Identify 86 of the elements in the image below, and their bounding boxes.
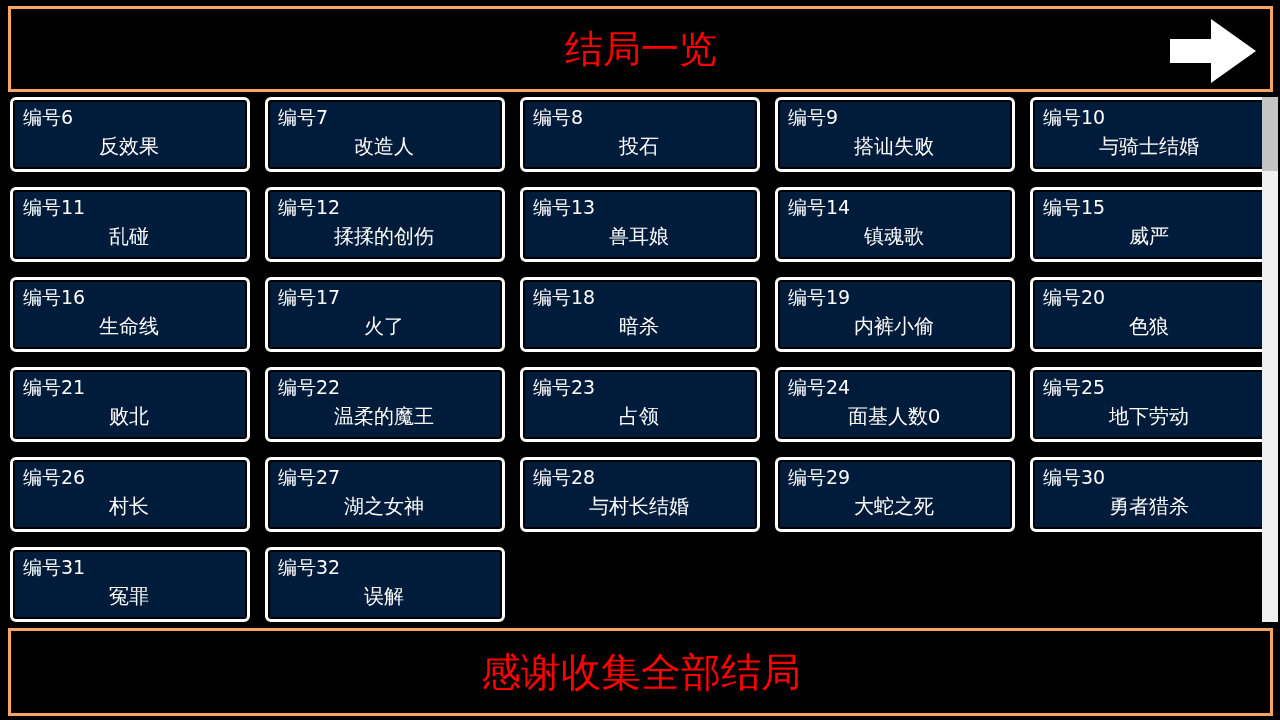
right-arrow-icon[interactable] (1170, 19, 1256, 83)
ending-card[interactable]: 编号17 火了 (265, 277, 505, 352)
ending-title: 反效果 (99, 133, 159, 159)
ending-card[interactable]: 编号13 兽耳娘 (520, 187, 760, 262)
completion-message: 感谢收集全部结局 (480, 652, 801, 692)
ending-title: 镇魂歌 (864, 223, 924, 249)
scrollbar[interactable] (1262, 97, 1278, 622)
ending-number: 编号11 (23, 195, 86, 219)
scrollbar-thumb[interactable] (1262, 97, 1278, 171)
ending-card[interactable]: 编号11 乱碰 (10, 187, 250, 262)
ending-title: 地下劳动 (1109, 403, 1189, 429)
ending-number: 编号28 (533, 465, 596, 489)
ending-title: 与骑士结婚 (1099, 133, 1199, 159)
ending-number: 编号32 (278, 555, 341, 579)
ending-title: 生命线 (99, 313, 159, 339)
ending-title: 内裤小偷 (854, 313, 934, 339)
ending-card[interactable]: 编号26 村长 (10, 457, 250, 532)
ending-title: 面基人数0 (847, 403, 941, 429)
ending-number: 编号21 (23, 375, 86, 399)
ending-number: 编号10 (1043, 105, 1106, 129)
ending-number: 编号13 (533, 195, 596, 219)
ending-title: 火了 (364, 313, 404, 339)
ending-title: 威严 (1129, 223, 1169, 249)
ending-title: 误解 (364, 583, 404, 609)
ending-card[interactable]: 编号29 大蛇之死 (775, 457, 1015, 532)
ending-title: 冤罪 (109, 583, 149, 609)
ending-number: 编号23 (533, 375, 596, 399)
ending-card[interactable]: 编号12 揉揉的创伤 (265, 187, 505, 262)
ending-number: 编号12 (278, 195, 341, 219)
ending-title: 温柔的魔王 (334, 403, 434, 429)
ending-number: 编号20 (1043, 285, 1106, 309)
ending-title: 村长 (109, 493, 149, 519)
ending-title: 改造人 (354, 133, 414, 159)
ending-number: 编号8 (533, 105, 584, 129)
ending-card[interactable]: 编号16 生命线 (10, 277, 250, 352)
ending-title: 与村长结婚 (589, 493, 689, 519)
ending-card[interactable]: 编号19 内裤小偷 (775, 277, 1015, 352)
ending-card[interactable]: 编号27 湖之女神 (265, 457, 505, 532)
ending-card[interactable]: 编号20 色狼 (1030, 277, 1262, 352)
ending-title: 占领 (619, 403, 659, 429)
ending-number: 编号31 (23, 555, 86, 579)
ending-card[interactable]: 编号7 改造人 (265, 97, 505, 172)
ending-title: 大蛇之死 (854, 493, 934, 519)
ending-number: 编号18 (533, 285, 596, 309)
ending-title: 投石 (619, 133, 659, 159)
ending-card[interactable]: 编号21 败北 (10, 367, 250, 442)
ending-number: 编号22 (278, 375, 341, 399)
ending-number: 编号9 (788, 105, 839, 129)
ending-number: 编号15 (1043, 195, 1106, 219)
ending-title: 暗杀 (619, 313, 659, 339)
ending-card[interactable]: 编号8 投石 (520, 97, 760, 172)
ending-number: 编号17 (278, 285, 341, 309)
ending-card[interactable]: 编号25 地下劳动 (1030, 367, 1262, 442)
ending-title: 勇者猎杀 (1109, 493, 1189, 519)
ending-title: 兽耳娘 (609, 223, 669, 249)
ending-number: 编号16 (23, 285, 86, 309)
ending-title: 乱碰 (109, 223, 149, 249)
ending-number: 编号30 (1043, 465, 1106, 489)
ending-card[interactable]: 编号28 与村长结婚 (520, 457, 760, 532)
ending-number: 编号6 (23, 105, 74, 129)
ending-card[interactable]: 编号6 反效果 (10, 97, 250, 172)
ending-card[interactable]: 编号15 威严 (1030, 187, 1262, 262)
ending-title: 搭讪失败 (854, 133, 934, 159)
ending-number: 编号24 (788, 375, 851, 399)
ending-card[interactable]: 编号24 面基人数0 (775, 367, 1015, 442)
ending-number: 编号25 (1043, 375, 1106, 399)
ending-card[interactable]: 编号9 搭讪失败 (775, 97, 1015, 172)
ending-card[interactable]: 编号14 镇魂歌 (775, 187, 1015, 262)
ending-card[interactable]: 编号18 暗杀 (520, 277, 760, 352)
ending-title: 败北 (109, 403, 149, 429)
ending-card[interactable]: 编号31 冤罪 (10, 547, 250, 622)
ending-title: 揉揉的创伤 (334, 223, 434, 249)
page-title: 结局一览 (564, 30, 717, 68)
ending-card[interactable]: 编号23 占领 (520, 367, 760, 442)
ending-title: 色狼 (1129, 313, 1169, 339)
ending-card[interactable]: 编号10 与骑士结婚 (1030, 97, 1262, 172)
ending-card[interactable]: 编号22 温柔的魔王 (265, 367, 505, 442)
ending-title: 湖之女神 (344, 493, 424, 519)
ending-number: 编号29 (788, 465, 851, 489)
ending-card[interactable]: 编号30 勇者猎杀 (1030, 457, 1262, 532)
ending-number: 编号14 (788, 195, 851, 219)
ending-number: 编号26 (23, 465, 86, 489)
ending-number: 编号7 (278, 105, 329, 129)
ending-number: 编号27 (278, 465, 341, 489)
ending-card[interactable]: 编号32 误解 (265, 547, 505, 622)
ending-number: 编号19 (788, 285, 851, 309)
